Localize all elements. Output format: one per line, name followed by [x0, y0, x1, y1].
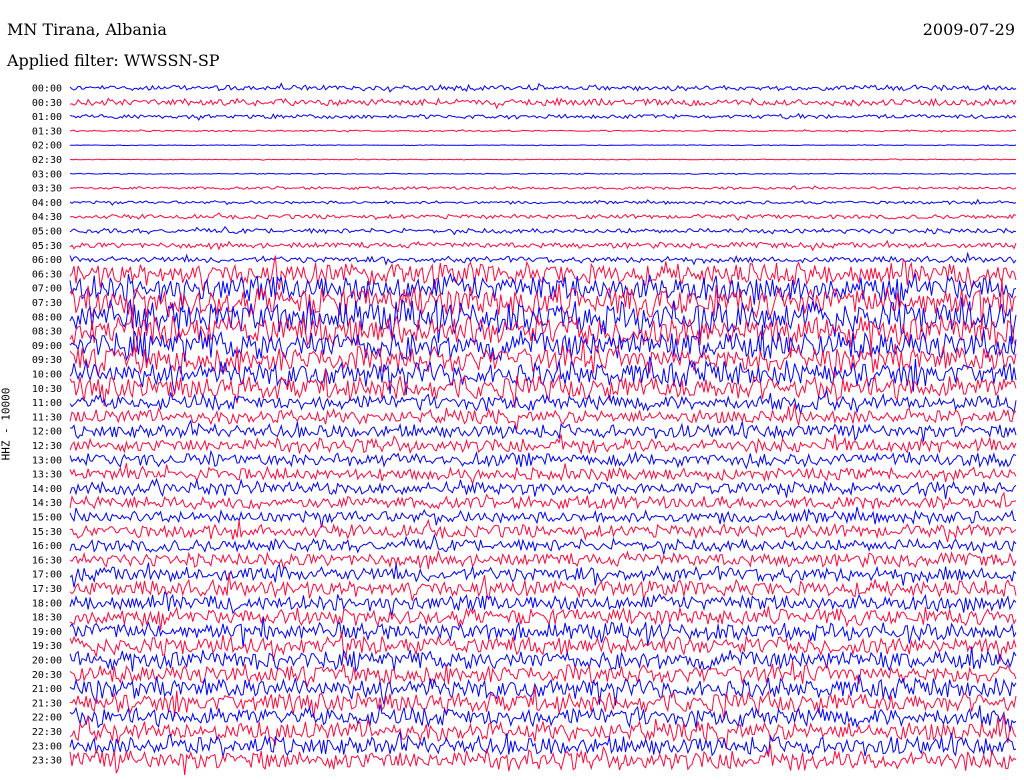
trace-time-label: 20:30 — [32, 670, 62, 681]
trace-time-label: 12:00 — [32, 427, 62, 438]
trace-time-label: 03:00 — [32, 169, 62, 180]
trace-time-label: 03:30 — [32, 184, 62, 195]
seismic-trace — [69, 129, 1017, 133]
seismic-trace — [69, 463, 1017, 486]
seismic-trace — [69, 518, 1017, 543]
seismic-trace — [69, 388, 1017, 415]
trace-time-label: 17:30 — [32, 584, 62, 595]
seismic-trace — [69, 617, 1017, 648]
trace-time-label: 01:00 — [32, 112, 62, 123]
seismic-trace — [69, 112, 1017, 121]
trace-time-label: 11:00 — [32, 398, 62, 409]
seismic-trace — [69, 225, 1017, 236]
seismic-trace — [69, 506, 1017, 528]
trace-time-label: 15:00 — [32, 513, 62, 524]
seismic-trace — [69, 449, 1017, 470]
seismic-trace — [69, 356, 1017, 396]
trace-time-label: 04:30 — [32, 212, 62, 223]
trace-time-label: 17:00 — [32, 570, 62, 581]
trace-time-label: 09:00 — [32, 341, 62, 352]
trace-time-label: 08:30 — [32, 327, 62, 338]
trace-time-label: 23:30 — [32, 756, 62, 767]
seismic-trace — [69, 549, 1017, 570]
trace-time-label: 21:00 — [32, 684, 62, 695]
trace-time-label: 21:30 — [32, 698, 62, 709]
seismic-trace — [69, 368, 1017, 409]
trace-time-label: 12:30 — [32, 441, 62, 452]
seismic-trace — [69, 674, 1017, 706]
trace-time-label: 14:00 — [32, 484, 62, 495]
trace-time-label: 05:30 — [32, 241, 62, 252]
trace-time-label: 19:30 — [32, 641, 62, 652]
trace-time-label: 22:00 — [32, 713, 62, 724]
trace-time-label: 00:00 — [32, 84, 62, 95]
seismic-trace — [69, 433, 1017, 455]
trace-time-label: 18:30 — [32, 613, 62, 624]
trace-time-label: 00:30 — [32, 98, 62, 109]
seismic-trace — [69, 660, 1017, 688]
trace-time-label: 11:30 — [32, 412, 62, 423]
trace-time-label: 22:30 — [32, 727, 62, 738]
seismic-trace — [69, 533, 1017, 555]
trace-time-label: 14:30 — [32, 498, 62, 509]
seismic-trace — [69, 158, 1017, 161]
trace-time-label: 02:00 — [32, 141, 62, 152]
trace-time-label: 04:00 — [32, 198, 62, 209]
trace-time-label: 20:00 — [32, 656, 62, 667]
trace-time-label: 06:00 — [32, 255, 62, 266]
seismic-trace — [69, 477, 1017, 500]
trace-time-label: 10:00 — [32, 370, 62, 381]
trace-time-label: 08:00 — [32, 312, 62, 323]
trace-time-label: 16:30 — [32, 555, 62, 566]
seismic-trace — [69, 572, 1017, 601]
seismic-trace — [69, 419, 1017, 442]
seismic-trace — [69, 96, 1017, 110]
trace-time-label: 07:00 — [32, 284, 62, 295]
seismic-trace — [69, 491, 1017, 511]
seismic-trace — [69, 185, 1017, 191]
seismic-trace — [69, 251, 1017, 266]
seismic-trace — [69, 82, 1017, 93]
trace-time-label: 16:00 — [32, 541, 62, 552]
trace-time-label: 23:00 — [32, 741, 62, 752]
trace-time-label: 07:30 — [32, 298, 62, 309]
trace-time-label: 10:30 — [32, 384, 62, 395]
trace-time-label: 09:30 — [32, 355, 62, 366]
trace-time-label: 01:30 — [32, 126, 62, 137]
trace-time-label: 18:00 — [32, 598, 62, 609]
seismogram-plot: 00:00 00:30 01:00 01:30 02:00 02:30 03:00 03:30… — [32, 82, 1017, 776]
trace-time-label: 13:30 — [32, 470, 62, 481]
trace-time-label: 13:00 — [32, 455, 62, 466]
seismic-trace — [69, 198, 1017, 206]
seismic-trace — [69, 646, 1017, 674]
seismic-trace — [69, 212, 1017, 222]
trace-time-label: 06:30 — [32, 269, 62, 280]
trace-time-label: 05:00 — [32, 227, 62, 238]
seismic-trace — [69, 704, 1017, 732]
seismic-trace — [69, 239, 1017, 252]
seismic-trace — [69, 731, 1017, 758]
trace-time-label: 02:30 — [32, 155, 62, 166]
seismic-trace — [69, 172, 1017, 176]
trace-time-label: 19:00 — [32, 627, 62, 638]
seismic-trace — [70, 144, 1017, 147]
trace-time-label: 15:30 — [32, 527, 62, 538]
